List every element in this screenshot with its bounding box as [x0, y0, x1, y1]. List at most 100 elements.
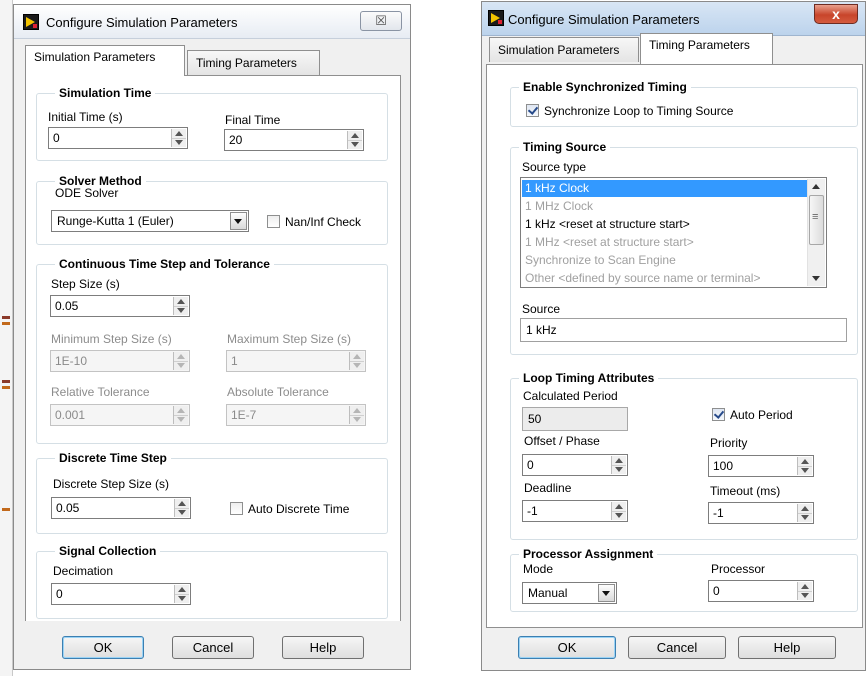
mode-dropdown[interactable]: Manual	[522, 582, 617, 604]
help-button[interactable]: Help	[738, 636, 836, 659]
spin-buttons[interactable]	[171, 129, 186, 147]
initial-time-label: Initial Time (s)	[48, 110, 123, 124]
timeout-label: Timeout (ms)	[710, 484, 781, 498]
value: 100	[713, 459, 734, 473]
spin-buttons[interactable]	[173, 297, 188, 315]
auto-period-label: Auto Period	[730, 408, 793, 422]
spin-buttons[interactable]	[797, 582, 812, 600]
simulation-parameters-panel: Simulation Time Initial Time (s) 0 Final…	[25, 75, 401, 623]
spin-buttons[interactable]	[347, 131, 362, 149]
source-type-listbox[interactable]: 1 kHz Clock 1 MHz Clock 1 kHz <reset at …	[520, 177, 827, 288]
background-window-edge	[0, 0, 13, 676]
spin-buttons[interactable]	[611, 502, 626, 520]
left-button-bar: OK Cancel Help	[14, 621, 410, 669]
help-button[interactable]: Help	[282, 636, 364, 659]
spin-buttons	[173, 352, 188, 370]
final-time-input[interactable]: 20	[224, 129, 364, 151]
processor-label: Processor	[711, 562, 766, 576]
right-window-title: Configure Simulation Parameters	[508, 12, 700, 27]
group-title: Timing Source	[519, 140, 611, 154]
scroll-down-arrow-icon[interactable]	[812, 276, 820, 281]
processor-input[interactable]: 0	[708, 580, 814, 602]
relative-tolerance-input: 0.001	[50, 404, 190, 426]
absolute-tolerance-label: Absolute Tolerance	[227, 385, 329, 399]
auto-discrete-time-checkbox[interactable]	[230, 502, 243, 515]
deadline-input[interactable]: -1	[522, 500, 628, 522]
value: -1	[713, 506, 724, 520]
close-button[interactable]: x	[814, 4, 858, 24]
listbox-scrollbar[interactable]	[807, 179, 825, 286]
discrete-time-step-group: Discrete Time Step	[36, 451, 388, 534]
synchronize-loop-checkbox[interactable]	[526, 104, 539, 117]
priority-label: Priority	[710, 436, 748, 450]
absolute-tolerance-input: 1E-7	[226, 404, 366, 426]
checkmark-icon	[527, 104, 539, 115]
spin-buttons[interactable]	[797, 457, 812, 475]
step-size-input[interactable]: 0.05	[50, 295, 190, 317]
value: 0.05	[55, 299, 79, 313]
tab-simulation-parameters[interactable]: Simulation Parameters	[489, 37, 639, 62]
ode-solver-dropdown[interactable]: Runge-Kutta 1 (Euler)	[51, 210, 249, 232]
spin-buttons[interactable]	[174, 499, 189, 517]
timeout-input[interactable]: -1	[708, 502, 814, 524]
source-input[interactable]: 1 kHz	[520, 318, 847, 342]
group-title: Discrete Time Step	[55, 451, 171, 465]
priority-input[interactable]: 100	[708, 455, 814, 477]
value: Runge-Kutta 1 (Euler)	[57, 214, 174, 228]
group-title: Simulation Time	[55, 86, 156, 100]
synchronize-loop-label: Synchronize Loop to Timing Source	[544, 104, 734, 118]
mode-label: Mode	[523, 562, 554, 576]
group-title: Loop Timing Attributes	[519, 371, 659, 385]
nan-inf-check-checkbox[interactable]	[267, 215, 280, 228]
cancel-button[interactable]: Cancel	[628, 636, 726, 659]
value: 0.001	[55, 408, 86, 422]
decimation-input[interactable]: 0	[51, 583, 191, 605]
offset-phase-input[interactable]: 0	[522, 454, 628, 476]
value: 1E-7	[231, 408, 257, 422]
value: 0.05	[56, 501, 80, 515]
offset-phase-label: Offset / Phase	[524, 434, 600, 448]
discrete-step-size-input[interactable]: 0.05	[51, 497, 191, 519]
list-item[interactable]: 1 MHz <reset at structure start>	[522, 234, 807, 251]
cancel-button[interactable]: Cancel	[172, 636, 254, 659]
tab-simulation-parameters[interactable]: Simulation Parameters	[25, 45, 185, 76]
spin-buttons[interactable]	[174, 585, 189, 603]
list-item[interactable]: Synchronize to Scan Engine	[522, 252, 807, 269]
value: 0	[53, 131, 60, 145]
dropdown-arrow-icon[interactable]	[230, 212, 247, 230]
decimation-label: Decimation	[53, 564, 114, 578]
value: 1 kHz	[526, 323, 557, 337]
minimum-step-size-label: Minimum Step Size (s)	[51, 332, 172, 346]
group-title: Continuous Time Step and Tolerance	[55, 257, 274, 271]
value: Manual	[528, 586, 568, 600]
dropdown-arrow-icon[interactable]	[598, 584, 615, 602]
list-item[interactable]: 1 kHz <reset at structure start>	[522, 216, 807, 233]
list-item[interactable]: 1 MHz Clock	[522, 198, 807, 215]
spin-buttons[interactable]	[797, 504, 812, 522]
value: 50	[528, 412, 542, 426]
nan-inf-check-label: Nan/Inf Check	[285, 215, 362, 229]
ok-button[interactable]: OK	[518, 636, 616, 659]
close-button[interactable]: ☒	[360, 11, 402, 31]
auto-period-checkbox[interactable]	[712, 408, 725, 421]
list-item[interactable]: 1 kHz Clock	[522, 180, 807, 197]
maximum-step-size-label: Maximum Step Size (s)	[227, 332, 352, 346]
checkmark-icon	[713, 408, 725, 419]
initial-time-input[interactable]: 0	[48, 127, 188, 149]
tab-timing-parameters[interactable]: Timing Parameters	[640, 33, 773, 64]
list-item[interactable]: Other <defined by source name or termina…	[522, 270, 807, 287]
scroll-up-arrow-icon[interactable]	[812, 184, 820, 189]
right-dialog: Configure Simulation Parameters x Simula…	[481, 1, 866, 671]
scrollbar-thumb[interactable]	[809, 195, 824, 245]
ok-button[interactable]: OK	[62, 636, 144, 659]
left-dialog: Configure Simulation Parameters ☒ Simula…	[13, 4, 411, 670]
tab-timing-parameters[interactable]: Timing Parameters	[187, 50, 320, 75]
relative-tolerance-label: Relative Tolerance	[51, 385, 150, 399]
spin-buttons	[349, 352, 364, 370]
left-window-title: Configure Simulation Parameters	[46, 15, 238, 30]
value: -1	[527, 504, 538, 518]
final-time-label: Final Time	[225, 113, 281, 127]
value: 0	[56, 587, 63, 601]
spin-buttons	[173, 406, 188, 424]
spin-buttons[interactable]	[611, 456, 626, 474]
